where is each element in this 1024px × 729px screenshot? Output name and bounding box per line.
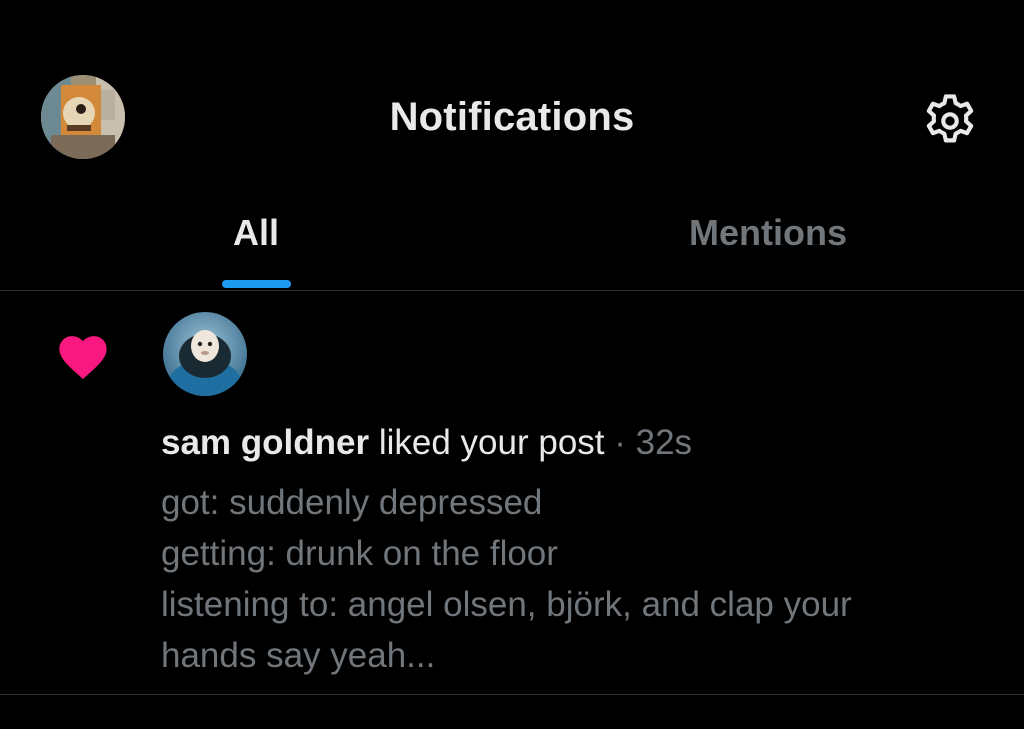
- tab-mentions[interactable]: Mentions: [512, 200, 1024, 290]
- top-app-bar: Notifications: [0, 0, 1024, 200]
- post-line: getting: drunk on the floor: [161, 534, 558, 573]
- post-line: listening to: angel olsen, björk, and cl…: [161, 585, 852, 624]
- tab-all-label: All: [232, 212, 279, 253]
- notification-summary: sam goldner liked your post · 32s: [161, 421, 692, 465]
- notification-divider: [0, 694, 1024, 695]
- post-line: hands say yeah...: [161, 636, 436, 675]
- settings-button[interactable]: [919, 90, 981, 152]
- notification-timestamp: 32s: [635, 423, 693, 462]
- separator-dot: ·: [604, 423, 636, 462]
- heart-icon: [54, 329, 112, 381]
- active-tab-indicator: [222, 280, 291, 288]
- liker-avatar-image: [163, 312, 247, 396]
- notification-action: liked your post: [369, 423, 605, 462]
- page-title: Notifications: [389, 95, 635, 139]
- post-line: got: suddenly depressed: [161, 483, 543, 522]
- notification-item[interactable]: sam goldner liked your post · 32s got: s…: [0, 291, 1024, 694]
- liked-post-preview: got: suddenly depressed getting: drunk o…: [161, 477, 971, 681]
- liker-name[interactable]: sam goldner: [161, 423, 369, 462]
- tab-all[interactable]: All: [0, 200, 512, 290]
- liker-avatar[interactable]: [163, 312, 247, 396]
- notification-tabs: All Mentions: [0, 200, 1024, 290]
- tab-mentions-label: Mentions: [689, 212, 847, 253]
- gear-icon: [926, 94, 974, 143]
